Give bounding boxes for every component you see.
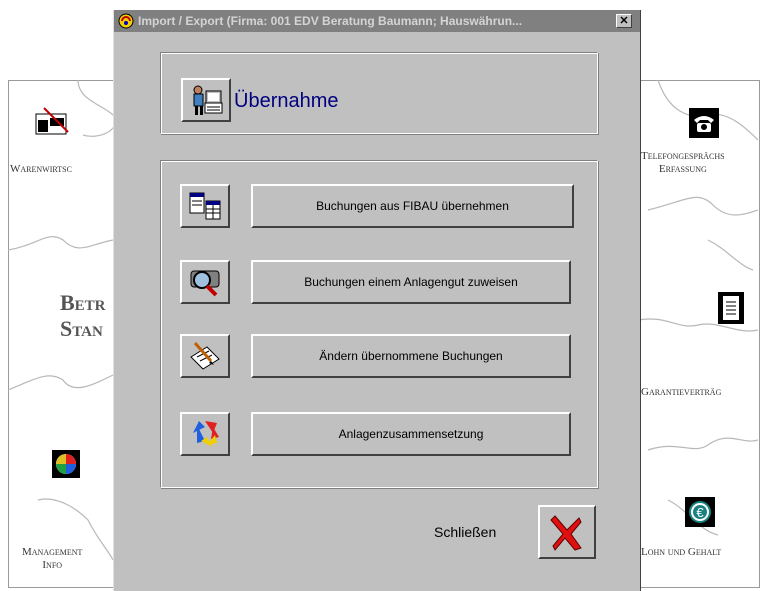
- telefon-erfassung-label: Telefongesprächs Erfassung: [641, 150, 725, 176]
- anlagenzusammensetzung-button[interactable]: Anlagenzusammensetzung: [251, 412, 571, 456]
- schliessen-label: Schließen: [434, 524, 497, 540]
- app-icon: [118, 13, 134, 29]
- anlagenzusammensetzung-icon-button[interactable]: [180, 412, 230, 456]
- lohn-gehalt-label: Lohn und Gehalt: [641, 546, 722, 558]
- buchungen-aendern-label: Ändern übernommene Buchungen: [319, 349, 503, 363]
- telephone-icon[interactable]: [689, 108, 719, 138]
- management-info-icon[interactable]: [52, 450, 80, 478]
- buchungen-zuweisen-label: Buchungen einem Anlagengut zuweisen: [304, 275, 518, 289]
- warenwirtschaft-label: Warenwirtsc: [10, 163, 72, 175]
- management-info-label-line2: Info: [42, 559, 63, 571]
- import-export-dialog: Import / Export (Firma: 001 EDV Beratung…: [113, 10, 641, 591]
- dialog-title: Import / Export (Firma: 001 EDV Beratung…: [138, 14, 523, 28]
- warenwirtschaft-icon[interactable]: [34, 106, 70, 136]
- recycle-arrows-icon: [193, 421, 219, 447]
- red-x-icon: [550, 515, 582, 551]
- magnifier-icon: [190, 270, 220, 297]
- close-window-button[interactable]: ✕: [616, 14, 632, 28]
- buchungen-uebernehmen-icon-button[interactable]: [180, 184, 230, 228]
- dialog-titlebar[interactable]: Import / Export (Firma: 001 EDV Beratung…: [114, 10, 640, 32]
- svg-text:€: €: [696, 505, 704, 520]
- background-big-text-1: Betr: [60, 290, 106, 315]
- buchungen-aendern-button[interactable]: Ändern übernommene Buchungen: [251, 334, 571, 378]
- background-big-text-2: Stan: [60, 316, 103, 341]
- document-table-icon: [189, 192, 221, 220]
- buchungen-uebernehmen-button[interactable]: Buchungen aus FIBAU übernehmen: [251, 184, 574, 228]
- garantievertraege-label: Garantieverträg: [641, 386, 722, 398]
- buchungen-aendern-icon-button[interactable]: [180, 334, 230, 378]
- telefon-erfassung-label-line1: Telefongesprächs: [641, 150, 725, 162]
- close-icon: ✕: [619, 15, 629, 27]
- buchungen-zuweisen-button[interactable]: Buchungen einem Anlagengut zuweisen: [251, 260, 571, 304]
- dialog-heading: Übernahme: [234, 90, 339, 112]
- buchungen-zuweisen-icon-button[interactable]: [180, 260, 230, 304]
- person-computer-icon: [193, 85, 223, 115]
- telefon-erfassung-label-line2: Erfassung: [658, 163, 707, 175]
- uebernahme-icon-button[interactable]: [181, 78, 231, 122]
- anlagenzusammensetzung-label: Anlagenzusammensetzung: [338, 427, 484, 441]
- schliessen-button[interactable]: [538, 505, 596, 559]
- euro-icon[interactable]: €: [685, 497, 715, 527]
- management-info-label-line1: Management: [22, 546, 83, 558]
- buchungen-uebernehmen-label: Buchungen aus FIBAU übernehmen: [316, 199, 509, 213]
- edit-notepad-icon: [190, 342, 220, 370]
- management-info-label: Management Info: [22, 546, 82, 572]
- garantievertraege-icon[interactable]: [718, 292, 744, 324]
